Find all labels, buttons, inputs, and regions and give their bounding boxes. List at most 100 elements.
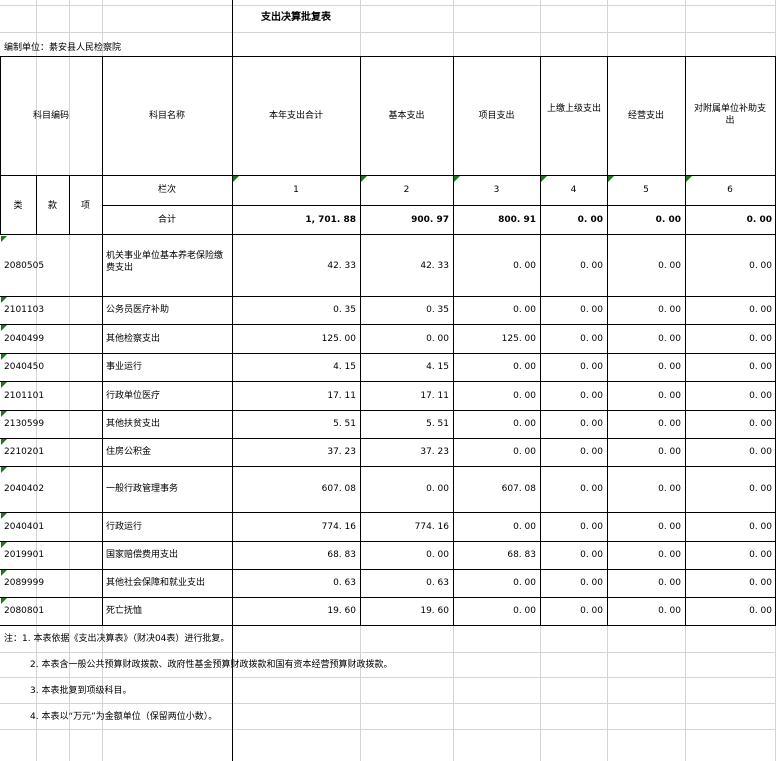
row-value: 125. 00 xyxy=(501,333,536,344)
row-value: 0. 00 xyxy=(749,333,772,344)
row-value: 0. 00 xyxy=(749,484,772,494)
header-xiang: 项 xyxy=(80,201,90,211)
row-value: 0. 00 xyxy=(749,550,772,560)
report-title: 支出决算批复表 xyxy=(261,12,331,23)
row-code: 2019901 xyxy=(4,550,45,560)
row-value: 0. 00 xyxy=(580,305,603,315)
comment-marker xyxy=(361,176,367,182)
row-value: 0. 00 xyxy=(580,447,603,457)
row-value: 42. 33 xyxy=(327,260,356,271)
row-code: 2101103 xyxy=(4,305,45,315)
row-value: 0. 00 xyxy=(513,362,536,372)
row-value: 0. 00 xyxy=(658,362,681,372)
row-value: 774. 16 xyxy=(414,521,449,532)
row-value: 0. 00 xyxy=(749,606,772,616)
comment-marker xyxy=(686,176,692,182)
row-code: 2040450 xyxy=(4,362,45,372)
row-value: 0. 00 xyxy=(749,578,772,588)
row-value: 0. 35 xyxy=(333,305,356,315)
row-value: 0. 00 xyxy=(580,419,603,429)
header-col-total: 本年支出合计 xyxy=(268,111,323,121)
row-value: 125. 00 xyxy=(321,333,356,344)
header-total-label: 合计 xyxy=(157,215,176,225)
row-value: 0. 00 xyxy=(426,550,449,560)
row-value: 0. 00 xyxy=(513,606,536,616)
header-lei: 类 xyxy=(13,201,23,211)
row-code: 2101101 xyxy=(4,390,45,401)
row-value: 68. 83 xyxy=(327,550,356,560)
row-value: 0. 00 xyxy=(580,333,603,344)
comment-marker xyxy=(1,325,7,331)
comment-marker xyxy=(1,598,7,604)
comment-marker xyxy=(1,354,7,360)
row-name: 国家赔偿费用支出 xyxy=(106,550,179,560)
row-value: 0. 63 xyxy=(426,578,449,588)
row-value: 5. 51 xyxy=(426,419,449,429)
row-value: 0. 00 xyxy=(749,419,772,429)
row-value: 4. 15 xyxy=(333,362,356,372)
row-name: 行政单位医疗 xyxy=(106,390,161,401)
row-value: 0. 00 xyxy=(658,521,681,532)
row-code: 2130599 xyxy=(4,419,45,429)
row-value: 0. 00 xyxy=(580,578,603,588)
row-value: 68. 83 xyxy=(507,550,536,560)
comment-marker xyxy=(1,236,7,242)
row-name: 一般行政管理事务 xyxy=(106,484,179,494)
header-col-project: 项目支出 xyxy=(478,111,515,121)
row-name: 住房公积金 xyxy=(106,447,152,457)
row-code: 2080505 xyxy=(4,260,45,271)
note-4: 4. 本表以“万元”为金额单位（保留两位小数）。 xyxy=(30,712,218,722)
row-value: 0. 00 xyxy=(580,362,603,372)
comment-marker xyxy=(541,176,547,182)
row-value: 0. 00 xyxy=(580,550,603,560)
comment-marker xyxy=(454,176,460,182)
note-1: 注：1. 本表依据《支出决算表》（财决04表）进行批复。 xyxy=(4,634,230,644)
row-value: 0. 00 xyxy=(749,521,772,532)
row-value: 19. 60 xyxy=(327,606,356,616)
row-value: 0. 00 xyxy=(426,333,449,344)
comment-marker xyxy=(1,411,7,417)
row-code: 2040499 xyxy=(4,333,45,344)
row-value: 774. 16 xyxy=(321,521,356,532)
row-value: 17. 11 xyxy=(327,390,356,401)
row-value: 0. 00 xyxy=(580,484,603,494)
row-value: 0. 00 xyxy=(658,550,681,560)
row-value: 17. 11 xyxy=(420,390,449,401)
note-3: 3. 本表批复到项级科目。 xyxy=(30,686,132,696)
header-col-basic: 基本支出 xyxy=(388,111,425,121)
comment-marker xyxy=(1,570,7,576)
unit-label: 编制单位：綦安县人民检察院 xyxy=(4,43,122,53)
row-value: 0. 00 xyxy=(580,521,603,532)
row-value: 0. 00 xyxy=(749,305,772,315)
comment-marker xyxy=(1,513,7,519)
row-name: 其他检察支出 xyxy=(106,333,161,344)
row-value: 0. 00 xyxy=(426,484,449,494)
row-name: 死亡抚恤 xyxy=(106,606,143,616)
row-value: 607. 08 xyxy=(501,484,536,494)
row-name: 事业运行 xyxy=(106,362,143,372)
row-value: 4. 15 xyxy=(426,362,449,372)
row-value: 0. 00 xyxy=(658,484,681,494)
row-value: 0. 00 xyxy=(658,333,681,344)
row-value: 0. 00 xyxy=(513,390,536,401)
row-value: 0. 00 xyxy=(580,390,603,401)
row-name: 公务员医疗补助 xyxy=(106,305,170,315)
header-col-subsidy: 对附属单位补助支出 xyxy=(693,104,766,126)
row-value: 0. 00 xyxy=(658,260,681,271)
row-value: 0. 00 xyxy=(580,606,603,616)
row-value: 0. 00 xyxy=(658,390,681,401)
row-name: 其他社会保障和就业支出 xyxy=(106,578,206,588)
row-value: 0. 00 xyxy=(749,447,772,457)
row-code: 2080801 xyxy=(4,606,45,616)
row-value: 0. 35 xyxy=(426,305,449,315)
row-value: 0. 00 xyxy=(513,419,536,429)
comment-marker xyxy=(1,297,7,303)
row-value: 5. 51 xyxy=(333,419,356,429)
note-2: 2. 本表含一般公共预算财政拨款、政府性基金预算财政拨款和国有资本经营预算财政拨… xyxy=(30,660,393,670)
row-value: 19. 60 xyxy=(420,606,449,616)
header-kuan: 款 xyxy=(47,201,57,211)
row-value: 0. 00 xyxy=(513,260,536,271)
row-value: 0. 00 xyxy=(513,447,536,457)
row-value: 0. 00 xyxy=(513,578,536,588)
row-name: 其他扶贫支出 xyxy=(106,419,161,429)
